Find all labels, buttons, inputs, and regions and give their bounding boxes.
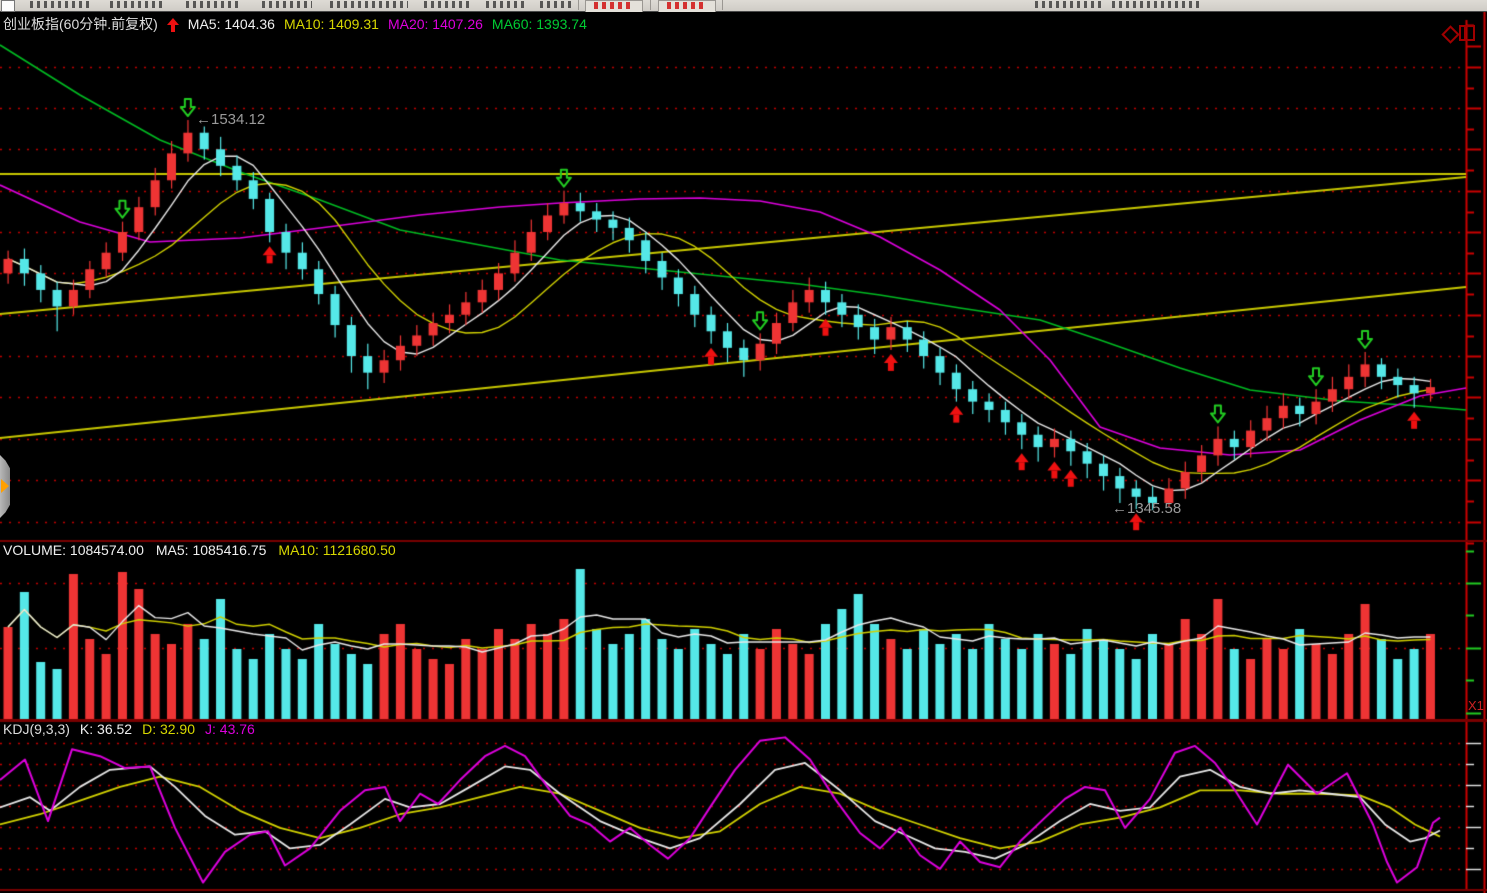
toolbar-menu-text-clipped[interactable]: [30, 1, 90, 8]
toolbar-right-text-clipped: [1112, 1, 1202, 8]
volume-value: VOLUME: 1084574.00: [3, 543, 144, 558]
volume-scale-label: X1: [1468, 698, 1485, 713]
kdj-j-value: J: 43.76: [205, 722, 255, 737]
kdj-d-value: D: 32.90: [142, 722, 195, 737]
toolbar-menu-text-clipped[interactable]: [330, 1, 408, 8]
volume-ma10-value: MA10: 1121680.50: [278, 543, 395, 558]
toolbar-menu-text-clipped[interactable]: [186, 1, 242, 8]
toolbar-separator: [722, 0, 723, 10]
toolbar-separator: [578, 0, 579, 10]
ma5-value: MA5: 1404.36: [188, 17, 275, 32]
ma10-value: MA10: 1409.31: [284, 17, 379, 32]
low-price-label: ←1345.58: [1112, 500, 1181, 517]
kdj-pane-header: KDJ(9,3,3) K: 36.52 D: 32.90 J: 43.76: [3, 722, 255, 737]
ma20-value: MA20: 1407.26: [388, 17, 483, 32]
toolbar-menu-text-clipped[interactable]: [486, 1, 526, 8]
toolbar-button-red-text: [594, 2, 634, 9]
chart-canvas[interactable]: [0, 0, 1487, 893]
toolbar-menu-text-clipped[interactable]: [262, 1, 312, 8]
volume-pane-header: VOLUME: 1084574.00 MA5: 1085416.75 MA10:…: [3, 543, 396, 558]
window-split-icon[interactable]: [1459, 25, 1475, 41]
toolbar-button-red-text: [667, 2, 707, 9]
toolbar-menu-text-clipped[interactable]: [424, 1, 470, 8]
window-split-line: [1464, 27, 1466, 39]
high-price-label: ←1534.12: [196, 111, 265, 128]
toolbar-separator: [650, 0, 651, 10]
toolbar-menu-text-clipped[interactable]: [110, 1, 166, 8]
kdj-k-value: K: 36.52: [80, 722, 132, 737]
volume-ma5-value: MA5: 1085416.75: [156, 543, 267, 558]
up-arrow-icon: [167, 18, 179, 32]
symbol-title: 创业板指(60分钟.前复权): [3, 17, 158, 32]
new-document-icon[interactable]: [1, 0, 15, 12]
top-toolbar[interactable]: [0, 0, 1487, 12]
trading-app-window: { "header": { "title": "创业板指(60分钟.前复权)",…: [0, 0, 1487, 893]
toolbar-menu-text-clipped[interactable]: [540, 1, 574, 8]
main-chart-header: 创业板指(60分钟.前复权) MA5: 1404.36 MA10: 1409.3…: [3, 17, 587, 32]
toolbar-right-text-clipped: [1035, 1, 1105, 8]
toolbar-button-red-clipped[interactable]: [658, 0, 716, 12]
toolbar-button-red-clipped[interactable]: [585, 0, 643, 12]
expand-arrow-icon: [1, 479, 9, 493]
ma60-value: MA60: 1393.74: [492, 17, 587, 32]
kdj-indicator-name: KDJ(9,3,3): [3, 722, 70, 737]
